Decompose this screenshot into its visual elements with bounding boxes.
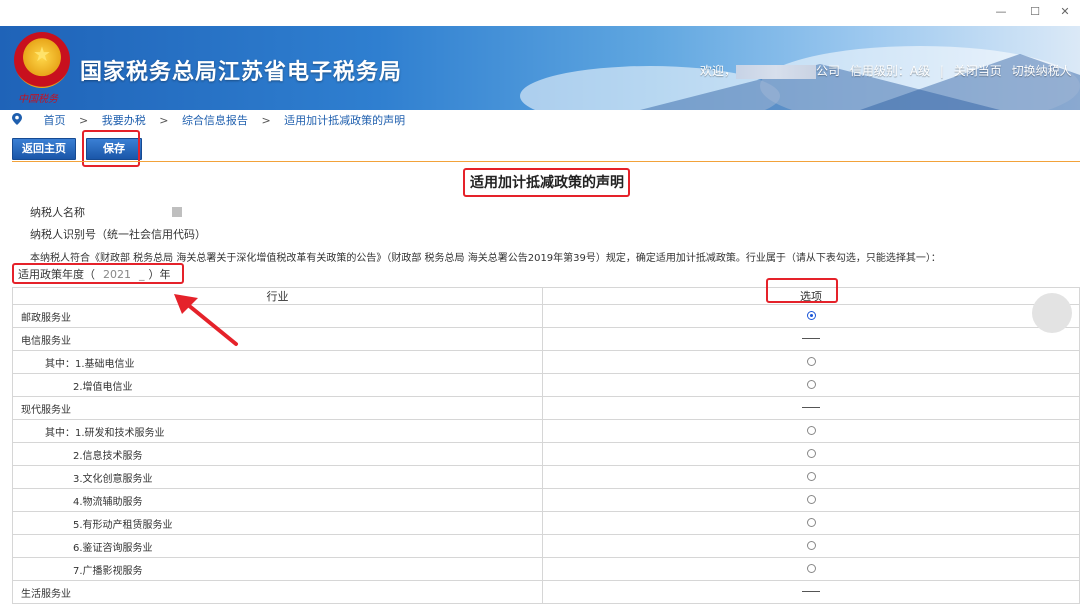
radio-button[interactable]	[806, 564, 816, 573]
table-row: 6.鉴证咨询服务业	[12, 534, 1080, 558]
industry-cell: 其中：1.基础电信业	[12, 350, 543, 374]
industry-cell: 3.文化创意服务业	[12, 465, 543, 489]
table-row: 2.信息技术服务	[12, 442, 1080, 466]
highlight-box	[766, 278, 838, 303]
option-cell	[542, 304, 1080, 328]
credit-level: 信用级别：A级	[849, 64, 931, 78]
radio-button[interactable]	[806, 541, 816, 550]
table-row: 4.物流辅助服务	[12, 488, 1080, 512]
industry-cell: 邮政服务业	[12, 304, 543, 328]
highlight-box	[463, 168, 630, 197]
option-cell	[542, 557, 1080, 581]
breadcrumb-separator: >	[159, 114, 169, 127]
taxpayer-name-value	[172, 207, 182, 217]
close-page-link[interactable]: 关闭当页	[954, 64, 1002, 78]
industry-cell: 6.鉴证咨询服务业	[12, 534, 543, 558]
option-cell	[542, 419, 1080, 443]
welcome-text: 欢迎，	[700, 64, 737, 78]
option-cell	[542, 396, 1080, 420]
industry-cell: 7.广播影视服务	[12, 557, 543, 581]
radio-button[interactable]	[806, 357, 816, 366]
industry-cell: 2.信息技术服务	[12, 442, 543, 466]
industry-cell: 现代服务业	[12, 396, 543, 420]
tax-emblem-icon: ★	[14, 32, 70, 88]
radio-button[interactable]	[806, 426, 816, 435]
breadcrumb-home[interactable]: 首页	[44, 114, 66, 127]
option-cell	[542, 534, 1080, 558]
option-cell	[542, 465, 1080, 489]
breadcrumb-info-report[interactable]: 综合信息报告	[182, 114, 248, 127]
maximize-icon[interactable]: ☐	[1020, 4, 1050, 20]
redacted-company-name	[736, 64, 817, 79]
table-row: 7.广播影视服务	[12, 557, 1080, 581]
annotation-arrow-icon	[174, 294, 238, 346]
option-cell	[542, 373, 1080, 397]
close-icon[interactable]: ✕	[1050, 4, 1080, 20]
company-suffix: 公司	[816, 64, 841, 78]
switch-taxpayer-link[interactable]: 切换纳税人	[1012, 64, 1072, 78]
taxpayer-name-label: 纳税人名称	[30, 206, 85, 219]
breadcrumb-separator: >	[261, 114, 271, 127]
table-row: 2.增值电信业	[12, 373, 1080, 397]
industry-cell: 2.增值电信业	[12, 373, 543, 397]
option-cell	[542, 350, 1080, 374]
not-applicable-dash	[802, 338, 820, 339]
site-title: 国家税务总局江苏省电子税务局	[80, 60, 403, 85]
breadcrumb-tax-services[interactable]: 我要办税	[102, 114, 146, 127]
industry-cell: 5.有形动产租赁服务业	[12, 511, 543, 535]
return-home-button[interactable]: 返回主页	[12, 138, 76, 160]
radio-button[interactable]	[806, 472, 816, 481]
taxpayer-id-label: 纳税人识别号（统一社会信用代码）	[30, 228, 206, 241]
industry-cell: 4.物流辅助服务	[12, 488, 543, 512]
option-cell	[542, 488, 1080, 512]
industry-header: 行业	[12, 287, 543, 305]
table-row: 5.有形动产租赁服务业	[12, 511, 1080, 535]
breadcrumb-separator: >	[79, 114, 89, 127]
table-row: 生活服务业	[12, 580, 1080, 604]
window-titlebar: — ☐ ✕	[0, 0, 1080, 26]
option-cell	[542, 580, 1080, 604]
emblem-motto: 中国税务	[18, 94, 58, 105]
table-row: 其中：1.基础电信业	[12, 350, 1080, 374]
breadcrumb-current: 适用加计抵减政策的声明	[284, 114, 406, 127]
radio-button[interactable]	[806, 449, 816, 458]
industry-cell: 电信服务业	[12, 327, 543, 351]
minimize-icon[interactable]: —	[986, 4, 1016, 20]
industry-cell: 其中：1.研发和技术服务业	[12, 419, 543, 443]
separator: |	[939, 64, 944, 78]
highlight-box	[12, 263, 184, 284]
industry-table-body: 邮政服务业 电信服务业 其中：1.基础电信业 2.增值电信业 现代服务业 其中：1.研发和…	[12, 304, 1080, 604]
option-cell	[542, 511, 1080, 535]
option-cell	[542, 327, 1080, 351]
policy-statement: 本纳税人符合《财政部 税务总局 海关总署关于深化增值税改革有关政策的公告》（财政…	[30, 253, 941, 264]
table-row: 3.文化创意服务业	[12, 465, 1080, 489]
star-icon: ★	[33, 42, 51, 66]
user-info: 欢迎， 公司 信用级别：A级 | 关闭当页 切换纳税人	[700, 62, 1072, 79]
radio-button[interactable]	[806, 518, 816, 527]
not-applicable-dash	[802, 591, 820, 592]
floating-scroll-button[interactable]	[1032, 293, 1072, 333]
industry-cell: 生活服务业	[12, 580, 543, 604]
table-row: 现代服务业	[12, 396, 1080, 420]
location-pin-icon	[12, 113, 22, 125]
not-applicable-dash	[802, 407, 820, 408]
radio-button[interactable]	[806, 495, 816, 504]
radio-selected[interactable]	[806, 311, 816, 320]
radio-button[interactable]	[806, 380, 816, 389]
option-cell	[542, 442, 1080, 466]
header-banner: ★ 中国税务 国家税务总局江苏省电子税务局 欢迎， 公司 信用级别：A级 | 关闭…	[0, 26, 1080, 110]
breadcrumb: 首页 > 我要办税 > 综合信息报告 > 适用加计抵减政策的声明	[12, 112, 405, 130]
table-row: 其中：1.研发和技术服务业	[12, 419, 1080, 443]
divider	[12, 161, 1080, 162]
